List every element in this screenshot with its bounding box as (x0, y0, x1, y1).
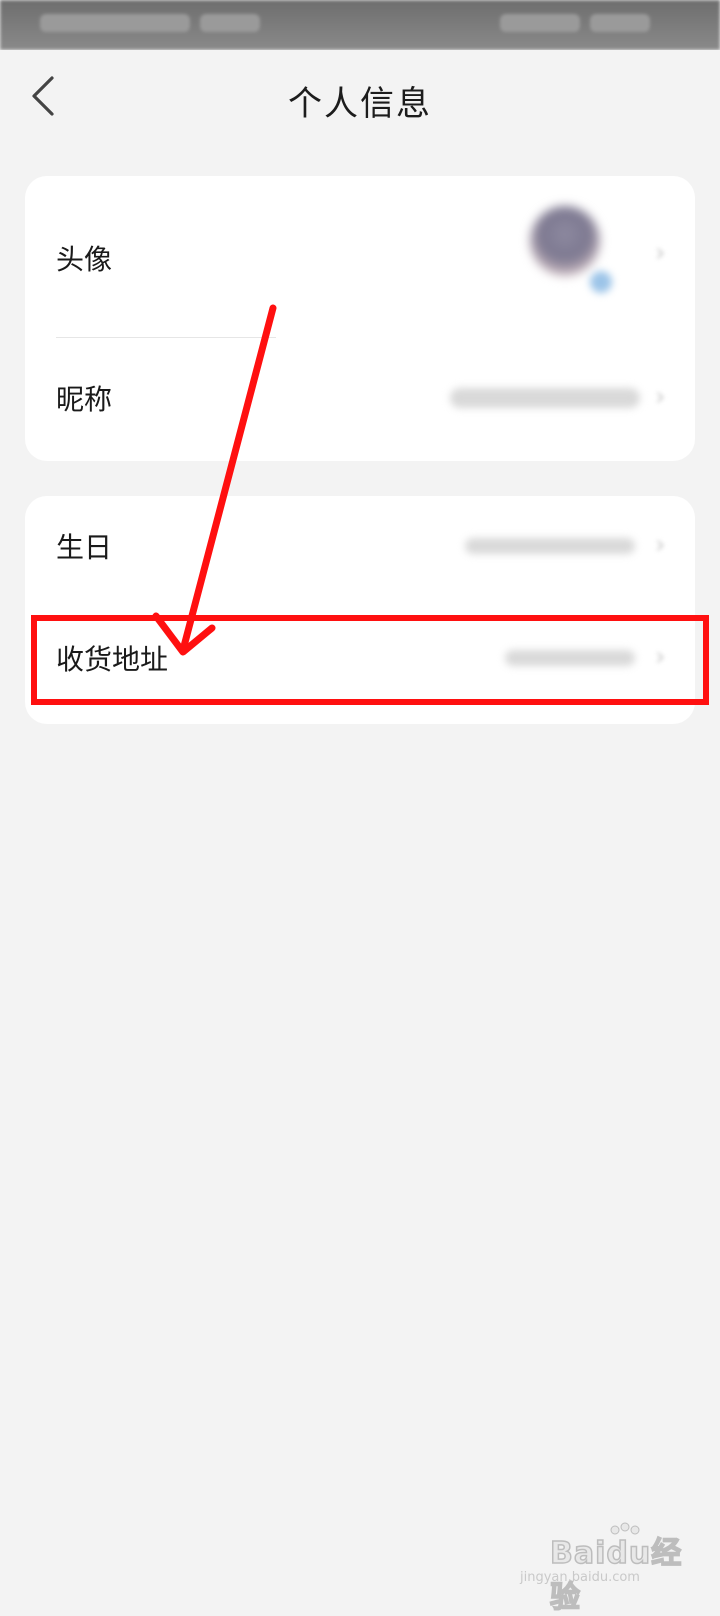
row-avatar-label: 头像 (56, 243, 113, 276)
row-birthday[interactable]: 生日 › (25, 496, 695, 606)
row-avatar[interactable]: 头像 › (25, 176, 695, 338)
baidu-jingyan-watermark: Baidu经验 jingyan.baidu.com (520, 1522, 700, 1616)
navigation-bar: 个人信息 (0, 50, 720, 145)
page-title: 个人信息 (288, 84, 432, 124)
avatar[interactable] (530, 206, 600, 276)
chevron-right-icon: › (655, 238, 666, 268)
watermark-url: jingyan.baidu.com (520, 1570, 640, 1585)
birthday-value-blurred (465, 538, 635, 554)
status-bar-left-blurred-2 (200, 14, 260, 32)
avatar-badge (590, 271, 612, 293)
status-bar (0, 0, 720, 50)
row-birthday-label: 生日 (56, 531, 113, 564)
status-bar-right-blurred (500, 14, 580, 32)
nickname-value-blurred (450, 388, 640, 408)
chevron-right-icon: › (655, 530, 666, 560)
status-bar-left-blurred (40, 14, 190, 32)
row-nickname[interactable]: 昵称 › (25, 338, 695, 461)
profile-card: 头像 › 昵称 › (25, 176, 695, 461)
status-bar-right-blurred-2 (590, 14, 650, 32)
row-nickname-label: 昵称 (56, 383, 113, 416)
annotation-highlight-box (31, 615, 709, 705)
chevron-right-icon: › (655, 382, 666, 412)
